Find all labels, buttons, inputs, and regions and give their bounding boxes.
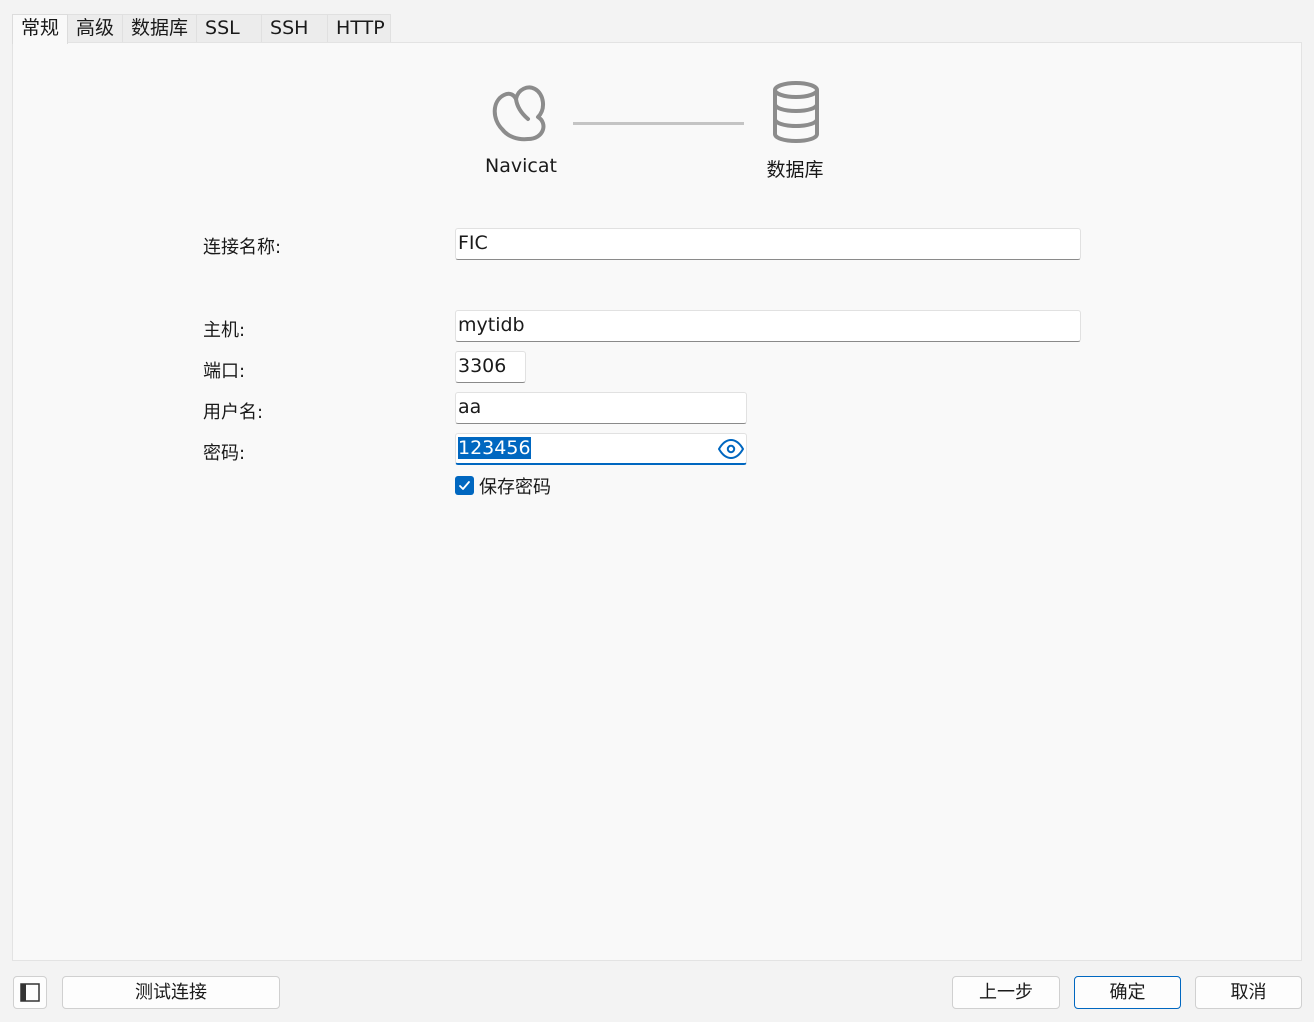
tab-ssh[interactable]: SSH [261, 14, 329, 43]
new-connection-dialog: 常规 高级 数据库 SSL SSH HTTP Navicat 数据库 连接名称:… [0, 0, 1314, 1022]
host-label: 主机: [203, 320, 246, 341]
tab-advanced[interactable]: 高级 [67, 14, 124, 43]
diagram-source-label: Navicat [485, 155, 557, 177]
tab-ssl[interactable]: SSL [196, 14, 263, 43]
port-input[interactable]: 3306 [455, 351, 526, 383]
database-icon [773, 81, 819, 144]
previous-button[interactable]: 上一步 [952, 976, 1060, 1009]
host-input[interactable]: mytidb [455, 310, 1081, 342]
navicat-logo-icon [492, 85, 546, 142]
username-input[interactable]: aa [455, 392, 747, 424]
tab-http[interactable]: HTTP [327, 14, 392, 43]
tab-database[interactable]: 数据库 [122, 14, 198, 43]
save-password-label[interactable]: 保存密码 [479, 473, 551, 499]
username-label: 用户名: [203, 402, 264, 423]
sidebar-panel-icon [20, 983, 40, 1002]
connection-name-label: 连接名称: [203, 237, 282, 258]
diagram-connector [573, 122, 744, 125]
port-label: 端口: [203, 361, 246, 382]
password-input[interactable]: 123456 [455, 433, 747, 465]
tab-general[interactable]: 常规 [12, 14, 69, 44]
sidebar-toggle-button[interactable] [13, 976, 47, 1009]
password-label: 密码: [203, 443, 246, 464]
general-panel: Navicat 数据库 连接名称: FIC 主机: mytidb 端口: 330… [12, 42, 1302, 961]
diagram-target-label: 数据库 [766, 159, 824, 181]
cancel-button[interactable]: 取消 [1195, 976, 1302, 1009]
connection-name-input[interactable]: FIC [455, 228, 1081, 260]
test-connection-button[interactable]: 测试连接 [62, 976, 280, 1009]
show-password-eye-icon[interactable] [718, 436, 744, 462]
password-selected-text: 123456 [458, 437, 531, 459]
tab-bar: 常规 高级 数据库 SSL SSH HTTP [12, 14, 392, 44]
checkmark-icon [459, 481, 470, 490]
save-password-checkbox[interactable] [455, 476, 474, 495]
ok-button[interactable]: 确定 [1074, 976, 1181, 1009]
